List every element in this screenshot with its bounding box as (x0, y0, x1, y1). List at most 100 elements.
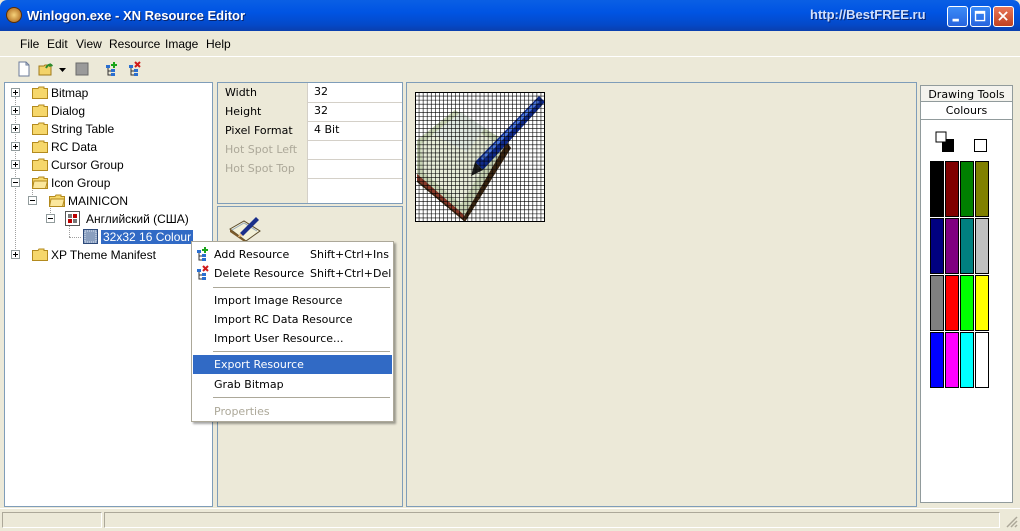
property-value[interactable]: 4 Bit (314, 123, 339, 136)
tree-node-label: Английский (США) (86, 212, 189, 226)
menu-item-import-rc-data-resource[interactable]: Import RC Data Resource (193, 310, 392, 329)
add-resource-icon (197, 247, 208, 261)
menu-file[interactable]: File (20, 37, 39, 51)
property-row-width[interactable]: Width 32 (218, 83, 402, 103)
resize-grip-icon[interactable] (1004, 514, 1018, 528)
menu-resource[interactable]: Resource (109, 37, 160, 51)
tree-node-label: String Table (51, 122, 115, 136)
close-button[interactable] (993, 6, 1014, 27)
folder-icon (32, 248, 48, 261)
colour-swatch[interactable] (945, 275, 959, 331)
tab-colours[interactable]: Colours (920, 101, 1013, 120)
tree-node-label: XP Theme Manifest (51, 248, 156, 262)
colour-swatch[interactable] (945, 161, 959, 217)
menu-item-import-image-resource[interactable]: Import Image Resource (193, 291, 392, 310)
colour-swatch[interactable] (930, 332, 944, 388)
menu-item-label: Properties (214, 405, 270, 418)
menu-image[interactable]: Image (165, 37, 198, 51)
property-grid-filler (218, 178, 308, 203)
colour-swatch[interactable] (975, 218, 989, 274)
tree-node-label: RC Data (51, 140, 98, 154)
colour-swatch[interactable] (945, 332, 959, 388)
property-row-height[interactable]: Height 32 (218, 102, 402, 122)
delete-resource-icon[interactable] (127, 61, 143, 77)
expand-icon[interactable] (11, 106, 20, 115)
collapse-icon[interactable] (11, 178, 20, 187)
folder-icon (32, 122, 48, 135)
app-icon[interactable] (6, 7, 22, 23)
maximize-button[interactable] (970, 6, 991, 27)
expand-icon[interactable] (11, 142, 20, 151)
menu-edit[interactable]: Edit (47, 37, 68, 51)
colour-swatch[interactable] (930, 218, 944, 274)
colour-swatch[interactable] (960, 161, 974, 217)
menu-item-shortcut: Shift+Ctrl+Ins (310, 248, 389, 261)
menu-item-delete-resource[interactable]: Delete Resource Shift+Ctrl+Del (193, 264, 392, 283)
expand-icon[interactable] (11, 250, 20, 259)
pixel-edit-grid[interactable] (415, 92, 545, 222)
property-name: Height (218, 102, 308, 121)
collapse-icon[interactable] (28, 196, 37, 205)
open-folder-icon (49, 194, 65, 207)
minimize-button[interactable] (947, 6, 968, 27)
folder-icon (32, 158, 48, 171)
close-icon (998, 11, 1008, 21)
menu-item-export-resource[interactable]: Export Resource (193, 355, 392, 374)
dropdown-arrow-icon[interactable] (58, 61, 67, 77)
collapse-icon[interactable] (46, 214, 55, 223)
folder-icon (32, 104, 48, 117)
property-row-hot-spot-top: Hot Spot Top (218, 159, 402, 179)
menu-view[interactable]: View (76, 37, 102, 51)
new-file-icon[interactable] (16, 61, 32, 77)
save-icon[interactable] (74, 61, 90, 77)
properties-grid[interactable]: Width 32 Height 32 Pixel Format 4 Bit Ho… (217, 82, 403, 204)
property-value[interactable]: 32 (314, 104, 328, 117)
menu-item-grab-bitmap[interactable]: Grab Bitmap (193, 375, 392, 394)
menu-separator (213, 351, 390, 352)
property-name: Width (218, 83, 308, 102)
tree-line (69, 237, 81, 238)
tree-node-label: MAINICON (68, 194, 128, 208)
open-folder-icon[interactable] (38, 61, 54, 77)
menu-item-add-resource[interactable]: Add Resource Shift+Ctrl+Ins (193, 245, 392, 264)
expand-icon[interactable] (11, 88, 20, 97)
status-bar (0, 508, 1020, 531)
colour-swatch[interactable] (975, 332, 989, 388)
tree-node-label: 32x32 16 Colour (101, 230, 194, 244)
menu-help[interactable]: Help (206, 37, 231, 51)
colour-swatch[interactable] (960, 218, 974, 274)
icon-image-icon (83, 229, 98, 244)
add-resource-icon[interactable] (104, 61, 120, 77)
menu-item-label: Add Resource (214, 248, 290, 261)
property-row-pixel-format[interactable]: Pixel Format 4 Bit (218, 121, 402, 141)
property-name: Hot Spot Left (218, 140, 308, 159)
menu-item-shortcut: Shift+Ctrl+Del (310, 267, 392, 280)
expand-icon[interactable] (11, 124, 20, 133)
watermark: http://BestFREE.ru (810, 7, 926, 22)
tab-drawing-tools[interactable]: Drawing Tools (920, 85, 1013, 102)
colour-swatch[interactable] (960, 275, 974, 331)
colour-swatch[interactable] (930, 161, 944, 217)
colour-swatch[interactable] (930, 275, 944, 331)
folder-icon (32, 140, 48, 153)
menu-item-label: Export Resource (214, 358, 304, 371)
property-value[interactable]: 32 (314, 85, 328, 98)
window-title: Winlogon.exe - XN Resource Editor (27, 8, 246, 23)
expand-icon[interactable] (11, 160, 20, 169)
colour-swatch[interactable] (975, 161, 989, 217)
tree-node-label: Icon Group (51, 176, 111, 190)
tree-node-label: Dialog (51, 104, 86, 118)
colour-swatch[interactable] (945, 218, 959, 274)
transparent-colour-swatch[interactable] (974, 139, 987, 152)
menu-item-import-user-resource[interactable]: Import User Resource... (193, 329, 392, 348)
tree-node-label: Bitmap (51, 86, 89, 100)
property-name: Hot Spot Top (218, 159, 308, 178)
context-menu: Add Resource Shift+Ctrl+Ins Delete Resou… (191, 241, 394, 422)
menu-bar: File Edit View Resource Image Help (0, 31, 1020, 56)
colour-swatch[interactable] (960, 332, 974, 388)
minimize-icon (952, 18, 959, 22)
open-folder-icon (32, 176, 48, 189)
resource-tree[interactable]: Bitmap Dialog String Table RC Data Curso… (4, 82, 213, 507)
colour-swatch[interactable] (975, 275, 989, 331)
foreground-background-selector[interactable] (933, 128, 957, 154)
